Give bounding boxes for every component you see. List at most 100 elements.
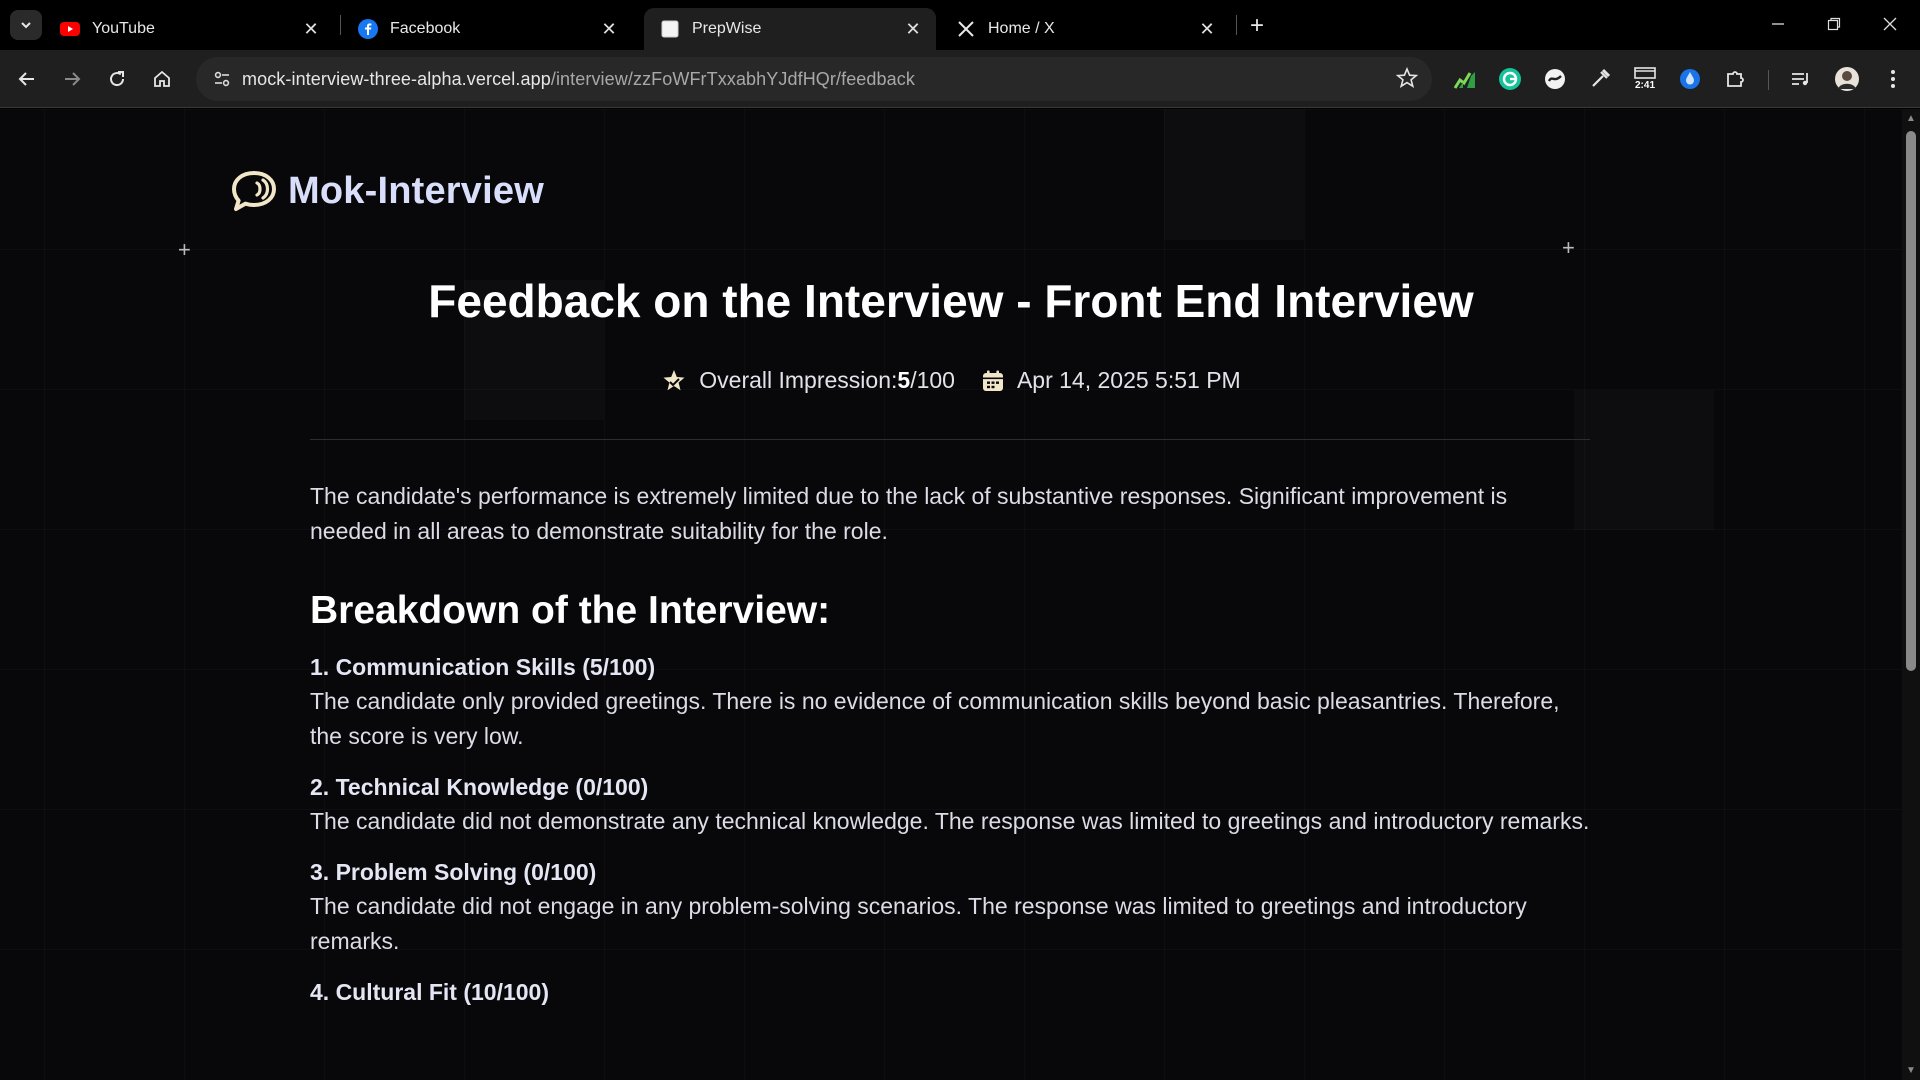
forward-button[interactable]	[55, 62, 89, 96]
restore-icon	[1827, 17, 1841, 31]
category-technical: 2. Technical Knowledge (0/100) The candi…	[310, 771, 1590, 839]
sparkle-icon: +	[1562, 235, 1575, 260]
close-icon[interactable]: ✕	[598, 18, 620, 40]
browser-menu-button[interactable]	[1878, 64, 1908, 94]
media-control-button[interactable]	[1786, 64, 1816, 94]
impression-total: /100	[910, 367, 955, 393]
category-cultural-fit: 4. Cultural Fit (10/100)	[310, 976, 1590, 1009]
extension-circle[interactable]	[1540, 64, 1570, 94]
category-title: 4. Cultural Fit (10/100)	[310, 979, 550, 1005]
extension-chart[interactable]	[1450, 64, 1480, 94]
url-path: /interview/zzFoWFrTxxabhYJdfHQr/feedback	[550, 68, 915, 89]
feedback-meta: Overall Impression: 5/100 Apr 14, 2025 5…	[0, 367, 1902, 394]
page-scrollbar[interactable]: ▲ ▼	[1902, 109, 1920, 1080]
tab-separator	[340, 15, 341, 35]
reload-button[interactable]	[100, 62, 134, 96]
category-title: 2. Technical Knowledge (0/100)	[310, 774, 649, 800]
page-viewport: + + Mok-Interview Feedback on the Interv…	[0, 109, 1902, 1080]
home-icon	[154, 70, 170, 87]
page-title: Feedback on the Interview - Front End In…	[428, 275, 1474, 327]
category-text: The candidate did not engage in any prob…	[310, 893, 1527, 954]
tab-title: Home / X	[988, 20, 1055, 37]
minimize-button[interactable]	[1750, 0, 1806, 48]
close-icon[interactable]: ✕	[902, 18, 924, 40]
droplet-icon	[1680, 69, 1700, 89]
category-text: The candidate did not demonstrate any te…	[310, 808, 1590, 834]
chevron-down-icon	[21, 22, 31, 29]
date-text: Apr 14, 2025 5:51 PM	[1016, 367, 1241, 393]
back-button[interactable]	[10, 62, 44, 96]
playlist-icon	[1792, 73, 1808, 86]
tab-title: PrepWise	[692, 20, 762, 37]
url-host: mock-interview-three-alpha.vercel.app	[242, 68, 551, 89]
impression-score: 5	[897, 367, 911, 393]
tab-facebook[interactable]: Facebook ✕	[342, 8, 632, 50]
close-window-button[interactable]	[1862, 0, 1918, 48]
tab-search-button[interactable]	[10, 10, 42, 40]
extension-eyedropper[interactable]	[1585, 64, 1615, 94]
swirl-icon	[1545, 69, 1565, 89]
feedback-date: Apr 14, 2025 5:51 PM	[981, 367, 1241, 394]
sparkle-icon: +	[178, 237, 191, 262]
category-problem-solving: 3. Problem Solving (0/100) The candidate…	[310, 856, 1590, 959]
reload-icon	[110, 71, 125, 87]
new-tab-button[interactable]: +	[1243, 12, 1271, 40]
extension-timer[interactable]: 2:41	[1630, 64, 1660, 94]
address-bar[interactable]: mock-interview-three-alpha.vercel.app/in…	[196, 57, 1432, 101]
section-divider	[310, 439, 1590, 440]
bookmark-star-button[interactable]	[1395, 66, 1419, 94]
site-info-button[interactable]	[202, 59, 242, 99]
toolbar-separator	[1768, 70, 1769, 90]
feedback-summary: The candidate's performance is extremely…	[310, 483, 1508, 544]
feedback-content: The candidate's performance is extremely…	[310, 479, 1590, 1026]
scroll-thumb[interactable]	[1906, 131, 1916, 671]
home-button[interactable]	[145, 62, 179, 96]
trend-chart-icon	[1453, 72, 1475, 89]
calendar-icon	[982, 370, 1003, 391]
close-icon[interactable]: ✕	[300, 18, 322, 40]
category-title: 1. Communication Skills (5/100)	[310, 654, 656, 680]
extension-drop[interactable]	[1675, 64, 1705, 94]
extension-grammarly[interactable]	[1495, 64, 1525, 94]
logo-text: Mok-Interview	[288, 169, 544, 212]
category-communication: 1. Communication Skills (5/100) The cand…	[310, 651, 1590, 754]
background-cell	[1574, 390, 1714, 530]
close-icon[interactable]: ✕	[1196, 18, 1218, 40]
tab-strip: YouTube ✕ Facebook ✕ PrepWise ✕ Home / X…	[0, 0, 1920, 50]
puzzle-icon	[1727, 71, 1744, 87]
browser-toolbar: mock-interview-three-alpha.vercel.app/in…	[0, 50, 1920, 108]
facebook-icon	[358, 19, 378, 39]
chat-bubble-icon	[232, 171, 276, 211]
tab-x-home[interactable]: Home / X ✕	[940, 8, 1230, 50]
app-logo[interactable]: Mok-Interview	[230, 169, 544, 213]
scroll-up-arrow[interactable]: ▲	[1906, 113, 1916, 124]
tab-youtube[interactable]: YouTube ✕	[44, 8, 334, 50]
more-vertical-icon	[1891, 70, 1895, 88]
youtube-icon	[60, 19, 80, 39]
page-icon	[660, 19, 680, 39]
tab-title: YouTube	[92, 20, 155, 37]
profile-avatar[interactable]	[1832, 64, 1862, 94]
x-icon	[956, 19, 976, 39]
tab-separator	[1236, 15, 1237, 35]
arrow-left-icon	[18, 72, 34, 86]
tab-prepwise[interactable]: PrepWise ✕	[644, 8, 936, 50]
category-title: 3. Problem Solving (0/100)	[310, 859, 597, 885]
extensions-button[interactable]	[1720, 64, 1750, 94]
avatar-icon	[1835, 67, 1859, 91]
close-icon	[1883, 17, 1897, 31]
overall-impression: Overall Impression: 5/100	[661, 367, 955, 394]
arrow-right-icon	[65, 72, 81, 86]
extension-badge: 2:41	[1634, 80, 1655, 91]
eyedropper-icon	[1592, 68, 1611, 87]
tune-icon	[214, 71, 230, 87]
tab-title: Facebook	[390, 20, 461, 37]
url-text[interactable]: mock-interview-three-alpha.vercel.app/in…	[242, 69, 915, 90]
grammarly-icon	[1499, 68, 1521, 90]
star-icon	[1395, 66, 1419, 88]
window-icon	[1634, 67, 1656, 79]
background-cell	[1164, 109, 1304, 240]
minimize-icon	[1772, 23, 1784, 25]
scroll-down-arrow[interactable]: ▼	[1906, 1065, 1916, 1076]
restore-button[interactable]	[1806, 0, 1862, 48]
